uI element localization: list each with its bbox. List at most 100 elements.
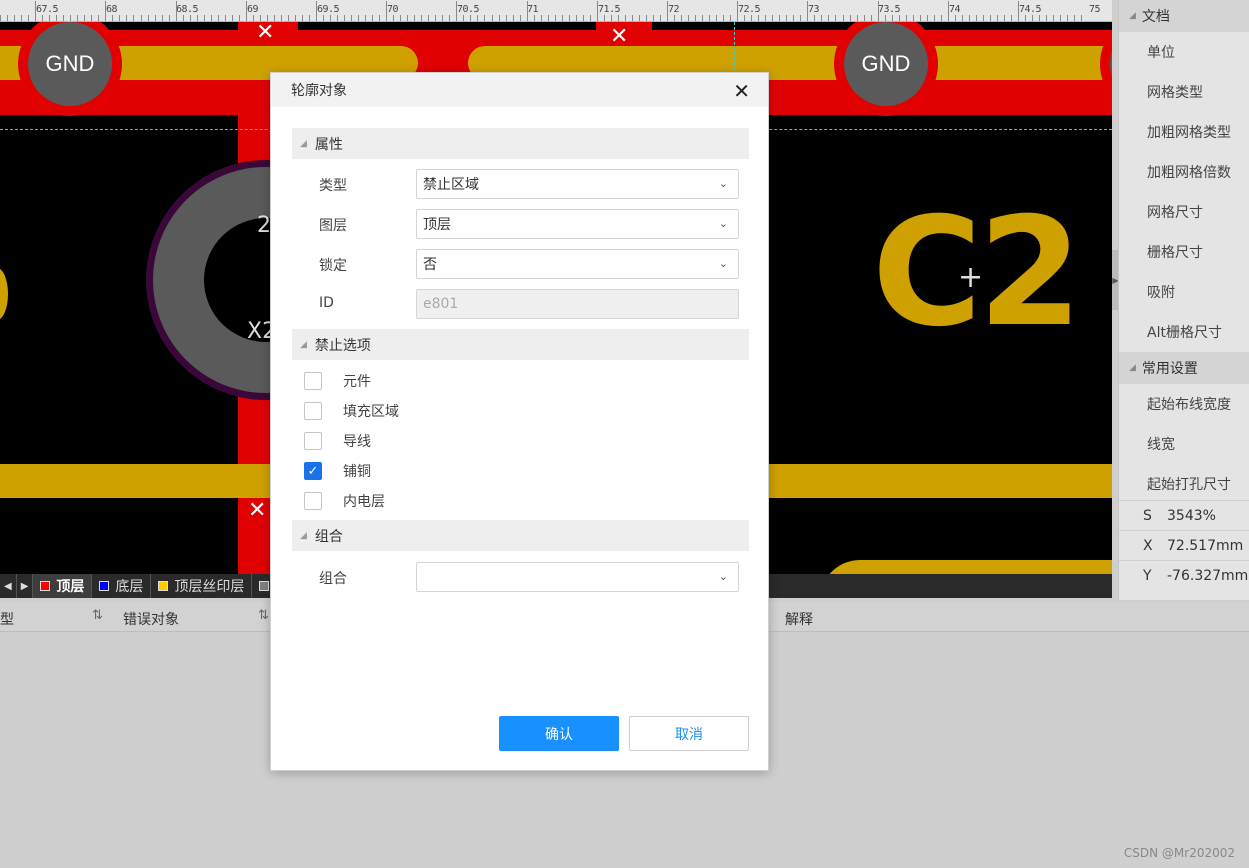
ruler-tick-label: 74.5: [1019, 4, 1042, 15]
stat-value: 3543%: [1167, 507, 1216, 524]
setting-item[interactable]: 网格类型: [1119, 72, 1249, 112]
ruler-tick: [190, 15, 191, 21]
ruler-tick: [1060, 15, 1061, 21]
section-document[interactable]: ◢ 文档: [1119, 0, 1249, 32]
forbid-option[interactable]: 元件: [304, 371, 371, 391]
ruler-tick: [211, 15, 212, 21]
ruler-tick: [1025, 15, 1026, 21]
ruler-tick: [232, 15, 233, 21]
ruler-tick: [639, 15, 640, 21]
ruler-tick: [204, 15, 205, 21]
ruler-tick: [456, 1, 457, 21]
ruler-tick: [955, 15, 956, 21]
setting-item[interactable]: 网格尺寸: [1119, 192, 1249, 232]
right-arrow-icon: ▶: [20, 580, 29, 592]
forbid-option[interactable]: 内电层: [304, 491, 385, 511]
ruler-tick: [28, 15, 29, 21]
forbid-option[interactable]: 导线: [304, 431, 371, 451]
ruler-tick: [590, 15, 591, 21]
ruler-tick: [246, 1, 247, 21]
section-forbid-options[interactable]: ◢ 禁止选项: [292, 329, 749, 360]
group-select[interactable]: ⌄: [416, 562, 739, 592]
setting-item[interactable]: 起始布线宽度: [1119, 384, 1249, 424]
cancel-button[interactable]: 取消: [629, 716, 749, 751]
setting-item[interactable]: 栅格尺寸: [1119, 232, 1249, 272]
checkbox-checked[interactable]: ✓: [304, 462, 322, 480]
section-properties[interactable]: ◢ 属性: [292, 128, 749, 159]
ruler-tick: [155, 15, 156, 21]
ruler-tick: [492, 15, 493, 21]
ruler-tick: [316, 1, 317, 21]
ruler-tick: [442, 15, 443, 21]
layer-scroll-left[interactable]: ◀: [0, 574, 17, 598]
ruler-tick: [197, 15, 198, 21]
sort-icon[interactable]: ⇅: [92, 608, 103, 623]
checkbox[interactable]: [304, 432, 322, 450]
col-error-object[interactable]: 错误对象: [123, 609, 179, 629]
type-select[interactable]: 禁止区域 ⌄: [416, 169, 739, 199]
setting-item[interactable]: 线宽: [1119, 424, 1249, 464]
horizontal-ruler: 67.5 68 68.5 69 69.5 70 70.5 71 71.5 72 72.5 73 73.5…: [0, 0, 1112, 22]
layer-tab[interactable]: 顶层: [33, 574, 93, 598]
sort-icon[interactable]: ⇅: [258, 608, 269, 623]
ruler-tick: [1032, 15, 1033, 21]
ruler-tick: [976, 15, 977, 21]
ruler-tick: [176, 1, 177, 21]
forbid-option[interactable]: ✓ 铺铜: [304, 461, 371, 481]
col-explanation[interactable]: 解释: [785, 609, 813, 629]
setting-item[interactable]: 加粗网格倍数: [1119, 152, 1249, 192]
setting-item[interactable]: 单位: [1119, 32, 1249, 72]
ruler-tick: [506, 15, 507, 21]
ruler-tick-label: 70: [387, 4, 399, 15]
ruler-tick: [934, 15, 935, 21]
chevron-down-icon: ⌄: [718, 177, 728, 190]
ruler-tick: [70, 15, 71, 21]
close-icon[interactable]: ✕: [733, 79, 750, 103]
ruler-tick: [800, 15, 801, 21]
layer-color-swatch: [259, 581, 270, 591]
ruler-tick-label: 74: [949, 4, 961, 15]
ruler-tick: [337, 15, 338, 21]
checkbox[interactable]: [304, 372, 322, 390]
forbid-option[interactable]: 填充区域: [304, 401, 399, 421]
layer-color-swatch: [99, 581, 110, 591]
setting-item[interactable]: 加粗网格类型: [1119, 112, 1249, 152]
ruler-tick: [239, 15, 240, 21]
setting-item[interactable]: Alt栅格尺寸: [1119, 312, 1249, 352]
ruler-tick: [941, 15, 942, 21]
ruler-tick: [414, 15, 415, 21]
confirm-button[interactable]: 确认: [499, 716, 619, 751]
setting-item[interactable]: 起始打孔尺寸: [1119, 464, 1249, 500]
layer-tab[interactable]: 底层: [92, 574, 152, 598]
ruler-tick: [983, 15, 984, 21]
ruler-tick: [477, 15, 478, 21]
layer-label: 底层: [115, 579, 144, 595]
chevron-down-icon: ⌄: [718, 570, 728, 583]
ruler-tick: [793, 15, 794, 21]
ruler-tick-label: 72.5: [738, 4, 761, 15]
ruler-tick-label: 70.5: [457, 4, 480, 15]
lock-select[interactable]: 否 ⌄: [416, 249, 739, 279]
ruler-tick: [583, 15, 584, 21]
layer-select[interactable]: 顶层 ⌄: [416, 209, 739, 239]
checkbox[interactable]: [304, 492, 322, 510]
group-label: 组合: [319, 571, 347, 587]
col-type[interactable]: 类型: [0, 609, 14, 629]
section-common-settings[interactable]: ◢ 常用设置: [1119, 352, 1249, 384]
layer-tab[interactable]: 顶层丝印层: [151, 574, 253, 598]
setting-item[interactable]: 吸附: [1119, 272, 1249, 312]
ruler-tick: [709, 15, 710, 21]
ruler-tick: [520, 15, 521, 21]
section-group[interactable]: ◢ 组合: [292, 520, 749, 551]
ruler-tick: [225, 15, 226, 21]
forbid-option-label: 铺铜: [343, 464, 371, 480]
layer-scroll-right[interactable]: ▶: [17, 574, 34, 598]
ruler-tick: [878, 1, 879, 21]
ruler-tick: [463, 15, 464, 21]
ruler-tick: [765, 15, 766, 21]
ruler-tick: [126, 15, 127, 21]
checkbox[interactable]: [304, 402, 322, 420]
cursor-stat: X 72.517mm: [1119, 530, 1249, 560]
ruler-tick: [379, 15, 380, 21]
pcb-editor-window: 67.5 68 68.5 69 69.5 70 70.5 71 71.5 72 72.5 73 73.5…: [0, 0, 1249, 868]
